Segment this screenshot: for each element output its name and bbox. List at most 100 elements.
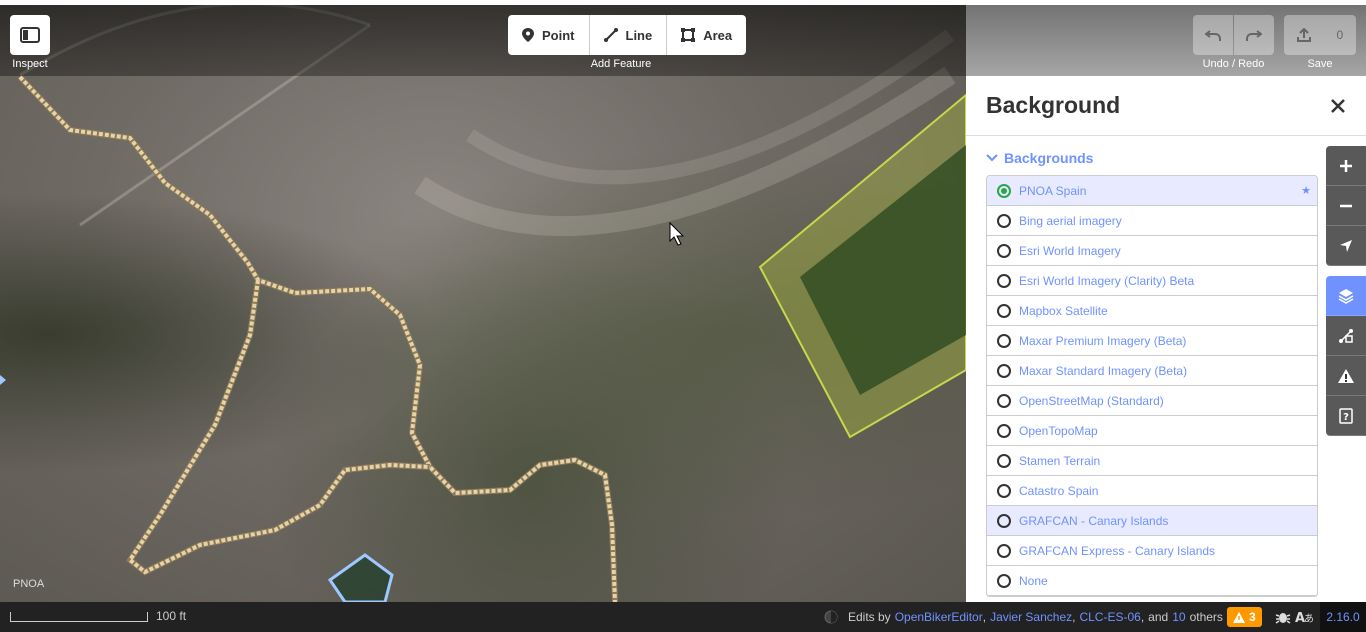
loading-spinner-icon <box>824 610 838 624</box>
map-data-pane-button[interactable] <box>1326 316 1366 356</box>
radio-button[interactable] <box>997 213 1011 228</box>
warning-icon <box>1338 368 1354 383</box>
radio-button[interactable] <box>997 363 1011 378</box>
area-label: Area <box>703 27 733 43</box>
background-option[interactable]: None <box>987 566 1317 596</box>
comma-separator: , <box>1072 610 1076 624</box>
background-pane-button[interactable] <box>1326 276 1366 316</box>
add-point-button[interactable]: Point <box>508 15 590 55</box>
add-area-button[interactable]: Area <box>667 15 746 55</box>
background-option-label: Esri World Imagery (Clarity) Beta <box>1019 273 1195 288</box>
point-icon <box>522 28 534 42</box>
background-option[interactable]: Catastro Spain <box>987 476 1317 506</box>
contributor-link[interactable]: Javier Sanchez <box>990 610 1072 624</box>
background-option[interactable]: PNOA Spain ★ <box>987 176 1317 206</box>
background-option-label: Bing aerial imagery <box>1019 213 1122 228</box>
radio-button[interactable] <box>997 273 1011 288</box>
radio-button[interactable] <box>997 423 1011 438</box>
bug-icon[interactable] <box>1275 609 1291 625</box>
background-option-label: OpenStreetMap (Standard) <box>1019 393 1164 408</box>
help-pane-button[interactable]: ? <box>1326 396 1366 436</box>
add-line-button[interactable]: Line <box>590 15 668 55</box>
map-data-icon <box>1339 328 1353 343</box>
background-option[interactable]: Maxar Standard Imagery (Beta) <box>987 356 1317 386</box>
background-option[interactable]: Esri World Imagery <box>987 236 1317 266</box>
backgrounds-section-toggle[interactable]: Backgrounds <box>986 150 1093 166</box>
warning-icon <box>1233 611 1245 623</box>
background-option[interactable]: GRAFCAN Express - Canary Islands <box>987 536 1317 566</box>
background-option-label: GRAFCAN - Canary Islands <box>1019 513 1169 528</box>
chevron-down-icon <box>986 154 998 162</box>
map-canvas[interactable]: PNOA <box>0 5 966 602</box>
radio-button[interactable] <box>997 543 1011 558</box>
zoom-out-button[interactable] <box>1326 186 1366 226</box>
undo-icon <box>1205 30 1221 41</box>
scale-bar[interactable] <box>10 612 148 622</box>
radio-button[interactable] <box>997 453 1011 468</box>
accessibility-icon[interactable]: Aあ <box>1295 609 1313 625</box>
contributor-link[interactable]: CLC-ES-06 <box>1079 610 1140 624</box>
background-option-label: Maxar Premium Imagery (Beta) <box>1019 333 1187 348</box>
panel-header: Background <box>966 76 1366 136</box>
section-title: Backgrounds <box>1004 150 1094 166</box>
sidebar-toggle-icon <box>20 27 40 43</box>
background-panel: Background Backgrounds PNOA Spain ★ Bing a… <box>966 76 1366 602</box>
close-icon[interactable] <box>1330 98 1346 114</box>
background-option-label: Catastro Spain <box>1019 483 1099 498</box>
imagery-attribution: PNOA <box>13 578 45 590</box>
location-arrow-icon <box>1340 239 1352 252</box>
area-icon <box>681 28 696 42</box>
radio-button[interactable] <box>997 333 1011 348</box>
background-option[interactable]: Mapbox Satellite <box>987 296 1317 326</box>
and-text: and <box>1148 610 1169 624</box>
background-option[interactable]: Stamen Terrain <box>987 446 1317 476</box>
scale-label: 100 ft <box>156 609 187 623</box>
line-label: Line <box>625 27 653 43</box>
radio-button[interactable] <box>997 513 1011 528</box>
background-option[interactable]: OpenTopoMap <box>987 416 1317 446</box>
radio-button[interactable] <box>997 483 1011 498</box>
save-button[interactable]: 0 <box>1284 15 1356 55</box>
add-feature-group: Point Line Area <box>508 15 747 55</box>
inspect-button[interactable] <box>10 15 50 55</box>
undo-button[interactable] <box>1193 15 1233 55</box>
top-toolbar: Inspect Point Line Area Add Feature Undo… <box>0 5 1366 76</box>
radio-button[interactable] <box>997 183 1011 198</box>
background-option[interactable]: GRAFCAN - Canary Islands <box>987 506 1317 536</box>
issues-pane-button[interactable] <box>1326 356 1366 396</box>
zoom-in-button[interactable] <box>1326 146 1366 186</box>
background-option-label: Esri World Imagery <box>1019 243 1121 258</box>
radio-button[interactable] <box>997 303 1011 318</box>
star-icon[interactable]: ★ <box>1301 184 1311 197</box>
comma-separator: , <box>982 610 987 624</box>
radio-button[interactable] <box>997 393 1011 408</box>
line-icon <box>603 28 618 42</box>
others-count-link[interactable]: 10 <box>1172 610 1185 624</box>
attribution: Edits by OpenBikerEditor, Javier Sanchez… <box>824 610 1223 624</box>
add-feature-label: Add Feature <box>590 58 652 70</box>
radio-button[interactable] <box>997 243 1011 258</box>
save-count: 0 <box>1336 28 1344 42</box>
svg-text:?: ? <box>1343 412 1349 423</box>
background-option[interactable]: OpenStreetMap (Standard) <box>987 386 1317 416</box>
background-option-label: OpenTopoMap <box>1019 423 1098 438</box>
contributor-link[interactable]: OpenBikerEditor <box>895 610 983 624</box>
issues-count: 3 <box>1249 610 1256 624</box>
others-text: others <box>1189 610 1223 624</box>
redo-button[interactable] <box>1234 15 1274 55</box>
redo-icon <box>1246 30 1262 41</box>
geolocate-button[interactable] <box>1326 226 1366 266</box>
area-selected[interactable] <box>327 553 394 602</box>
comma-separator: , <box>1140 610 1145 624</box>
background-option[interactable]: Bing aerial imagery <box>987 206 1317 236</box>
background-option[interactable]: Esri World Imagery (Clarity) Beta <box>987 266 1317 296</box>
plus-icon <box>1340 159 1352 172</box>
undo-redo-label: Undo / Redo <box>1202 58 1265 70</box>
area-farmland[interactable] <box>758 93 966 439</box>
map-controls: ? <box>1326 146 1366 436</box>
background-option[interactable]: Maxar Premium Imagery (Beta) <box>987 326 1317 356</box>
radio-button[interactable] <box>997 573 1011 588</box>
version-label[interactable]: 2.16.0 <box>1320 602 1366 632</box>
issues-badge[interactable]: 3 <box>1227 607 1262 627</box>
point-label: Point <box>542 27 575 43</box>
